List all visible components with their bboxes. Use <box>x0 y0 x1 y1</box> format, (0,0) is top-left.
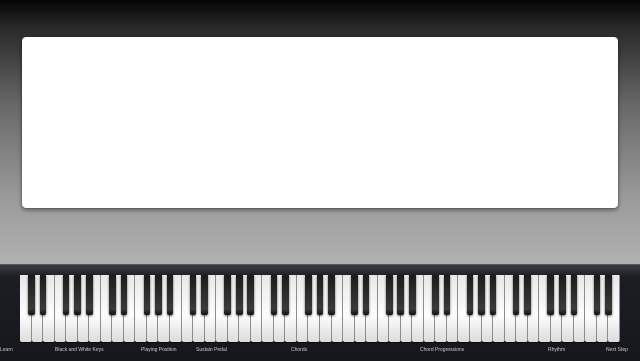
black-key[interactable] <box>189 275 197 315</box>
black-key[interactable] <box>316 275 324 315</box>
black-key[interactable] <box>120 275 128 315</box>
black-key[interactable] <box>224 275 232 315</box>
black-key[interactable] <box>351 275 358 315</box>
black-key[interactable] <box>328 275 335 315</box>
black-key[interactable] <box>385 275 393 315</box>
black-key[interactable] <box>28 275 35 315</box>
nav-item-chords[interactable]: Chords <box>291 347 307 353</box>
nav-item-learn[interactable]: Learn <box>0 347 13 353</box>
black-key[interactable] <box>397 275 405 315</box>
black-key[interactable] <box>432 275 439 315</box>
black-key[interactable] <box>74 275 82 315</box>
nav-item-next-step[interactable]: Next Step <box>606 347 628 353</box>
black-key[interactable] <box>362 275 370 315</box>
black-key[interactable] <box>512 275 520 315</box>
nav-item-black-white-keys[interactable]: Black and White Keys <box>55 347 104 353</box>
black-key[interactable] <box>39 275 47 315</box>
black-key[interactable] <box>62 275 70 315</box>
black-key[interactable] <box>443 275 451 315</box>
black-key[interactable] <box>524 275 532 315</box>
black-key[interactable] <box>85 275 93 315</box>
keybed <box>20 275 620 343</box>
lesson-panel <box>22 37 618 208</box>
black-key[interactable] <box>108 275 116 315</box>
black-key[interactable] <box>235 275 243 315</box>
black-key[interactable] <box>166 275 174 315</box>
nav-item-chord-progressions[interactable]: Chord Progressions <box>420 347 464 353</box>
black-key[interactable] <box>201 275 208 315</box>
black-key[interactable] <box>282 275 289 315</box>
black-key[interactable] <box>466 275 474 315</box>
black-key[interactable] <box>478 275 485 315</box>
black-key[interactable] <box>408 275 416 315</box>
black-key[interactable] <box>593 275 601 315</box>
black-key[interactable] <box>155 275 162 315</box>
black-key[interactable] <box>570 275 578 315</box>
nav-item-rhythm[interactable]: Rhythm <box>548 347 565 353</box>
nav-item-playing-position[interactable]: Playing Position <box>141 347 177 353</box>
lesson-nav: Learn Black and White Keys Playing Posit… <box>0 344 640 360</box>
black-key[interactable] <box>143 275 151 315</box>
black-key[interactable] <box>305 275 312 315</box>
black-key[interactable] <box>270 275 278 315</box>
nav-item-sustain-pedal[interactable]: Sustain Pedal <box>196 347 227 353</box>
black-key[interactable] <box>547 275 555 315</box>
black-key[interactable] <box>558 275 566 315</box>
black-key[interactable] <box>489 275 497 315</box>
black-key[interactable] <box>247 275 255 315</box>
black-key[interactable] <box>605 275 612 315</box>
